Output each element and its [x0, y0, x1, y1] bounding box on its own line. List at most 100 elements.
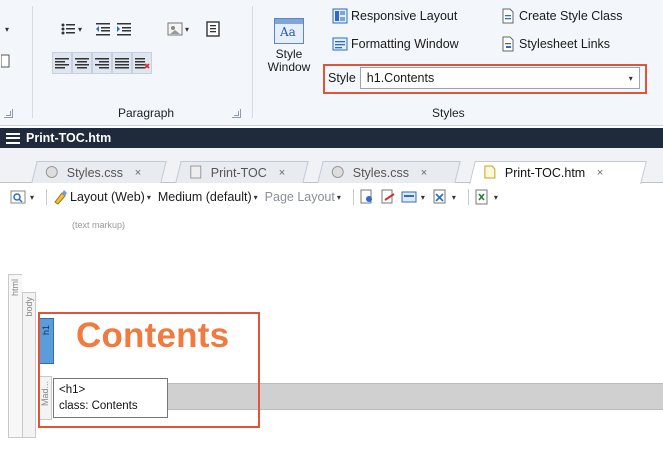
responsive-layout-button[interactable]: Responsive Layout — [332, 6, 457, 26]
left-group-launcher-icon[interactable] — [4, 109, 13, 118]
toolbar-separator — [352, 189, 354, 205]
chevron-down-icon: ▾ — [628, 73, 633, 83]
structure-bar-label: Mad... — [40, 381, 50, 407]
decrease-indent-button[interactable] — [93, 18, 113, 40]
structure-bar-madcap[interactable]: Mad... — [38, 376, 52, 420]
paint-icon — [52, 189, 68, 205]
chevron-down-icon: ▾ — [30, 192, 35, 202]
align-center-icon — [74, 55, 90, 71]
css-file-icon — [331, 165, 347, 181]
chevron-down-icon: ▾ — [451, 192, 456, 202]
close-icon[interactable]: × — [597, 167, 603, 179]
block-border-button[interactable] — [202, 18, 224, 40]
stylesheet-links-label: Stylesheet Links — [519, 37, 611, 51]
chevron-down-icon: ▾ — [184, 24, 189, 34]
layout-label: Layout (Web) — [70, 190, 145, 204]
excel-button[interactable]: ▾ — [474, 189, 498, 205]
style-dropdown[interactable]: h1.Contents ▾ — [359, 67, 640, 89]
stylesheet-links-button[interactable]: Stylesheet Links — [500, 34, 610, 54]
clear-alignment-icon — [134, 55, 150, 71]
style-window-label: Style Window — [267, 47, 311, 74]
chevron-down-icon: ▾ — [336, 192, 341, 202]
markers-button[interactable]: ▾ — [432, 189, 456, 205]
bullet-list-icon — [60, 21, 76, 37]
close-icon[interactable]: × — [421, 167, 427, 179]
preview-button[interactable] — [359, 189, 377, 205]
paragraph-launcher-icon[interactable] — [232, 109, 241, 118]
chevron-down-icon: ▾ — [77, 24, 82, 34]
align-left-button[interactable] — [52, 52, 72, 74]
image-options-button[interactable]: ▾ — [160, 18, 196, 40]
formatting-window-button[interactable]: Formatting Window — [332, 34, 459, 54]
ribbon: ▾ ▾ ▾ Paragraph Aa Style Window Responsi… — [0, 0, 663, 126]
tab-label: Styles.css — [66, 165, 124, 180]
zoom-button[interactable]: ▾ — [10, 189, 34, 205]
structure-bar-label: h1 — [41, 325, 51, 336]
excel-icon — [474, 189, 490, 205]
css-file-icon — [45, 165, 61, 181]
structure-bar-body[interactable]: body — [22, 292, 36, 438]
group-separator — [32, 6, 33, 118]
align-center-button[interactable] — [72, 52, 92, 74]
htm-file-icon — [483, 165, 499, 181]
layout-dropdown[interactable]: Layout (Web) ▾ — [52, 189, 151, 205]
tab-styles-css-2[interactable]: Styles.css × — [317, 161, 461, 183]
tab-print-toc[interactable]: Print-TOC × — [175, 161, 309, 183]
create-style-class-icon — [500, 8, 516, 24]
view-toolbar: ▾ Layout (Web) ▾ Medium (default) ▾ Page… — [0, 184, 663, 210]
heading-contents[interactable]: Contents — [76, 316, 229, 356]
medium-dropdown[interactable]: Medium (default) ▾ — [158, 190, 258, 204]
formatting-window-icon — [332, 36, 348, 52]
increase-indent-icon — [116, 21, 132, 37]
text-markup-label: (text markup) — [72, 220, 126, 230]
clear-alignment-button[interactable] — [132, 52, 152, 74]
element-tooltip: <h1> class: Contents — [53, 378, 168, 418]
show-blocks-icon — [401, 189, 417, 205]
page-layout-dropdown[interactable]: Page Layout ▾ — [265, 190, 341, 204]
tab-styles-css-1[interactable]: Styles.css × — [31, 161, 167, 183]
block-icon — [205, 21, 221, 37]
track-changes-button[interactable] — [380, 189, 398, 205]
structure-bar-html[interactable]: html — [8, 274, 22, 438]
increase-indent-button[interactable] — [114, 18, 134, 40]
align-right-icon — [94, 55, 110, 71]
structure-bar-label: body — [24, 297, 34, 317]
tab-print-toc-htm[interactable]: Print-TOC.htm × — [469, 161, 647, 184]
structure-bar-h1[interactable]: h1 — [38, 318, 54, 364]
bullet-list-button[interactable]: ▾ — [52, 18, 90, 40]
image-icon — [167, 21, 183, 37]
preview-icon — [359, 189, 375, 205]
stylesheet-links-icon — [500, 36, 516, 52]
chevron-down-icon: ▾ — [253, 192, 258, 202]
menu-icon[interactable] — [6, 132, 20, 144]
close-icon[interactable]: × — [279, 167, 285, 179]
markers-icon — [432, 189, 448, 205]
style-window-button[interactable]: Aa Style Window — [262, 18, 316, 100]
track-changes-icon — [380, 189, 396, 205]
left-partial-button-1[interactable]: ▾ — [0, 18, 12, 40]
document-title-bar: Print-TOC.htm — [0, 128, 663, 148]
left-partial-button-2[interactable] — [0, 50, 12, 72]
paragraph-group-label: Paragraph — [118, 106, 175, 120]
align-right-button[interactable] — [92, 52, 112, 74]
chevron-down-icon: ▾ — [420, 192, 425, 202]
formatting-window-label: Formatting Window — [351, 37, 459, 51]
show-blocks-button[interactable]: ▾ — [401, 189, 425, 205]
zoom-icon — [10, 189, 26, 205]
align-left-icon — [54, 55, 70, 71]
style-label: Style — [328, 71, 356, 85]
create-style-class-button[interactable]: Create Style Class — [500, 6, 623, 26]
responsive-layout-label: Responsive Layout — [351, 9, 458, 23]
styles-group-label: Styles — [432, 106, 465, 120]
tooltip-tag: <h1> — [59, 384, 86, 396]
document-icon — [1, 53, 11, 69]
decrease-indent-icon — [95, 21, 111, 37]
style-dropdown-value: h1.Contents — [366, 71, 435, 85]
justify-button[interactable] — [112, 52, 132, 74]
page-layout-label: Page Layout — [264, 190, 335, 204]
chevron-down-icon: ▾ — [493, 192, 498, 202]
tab-label: Print-TOC.htm — [504, 166, 586, 180]
toolbar-separator — [46, 189, 48, 205]
close-icon[interactable]: × — [135, 167, 141, 179]
style-window-icon: Aa — [274, 18, 304, 44]
